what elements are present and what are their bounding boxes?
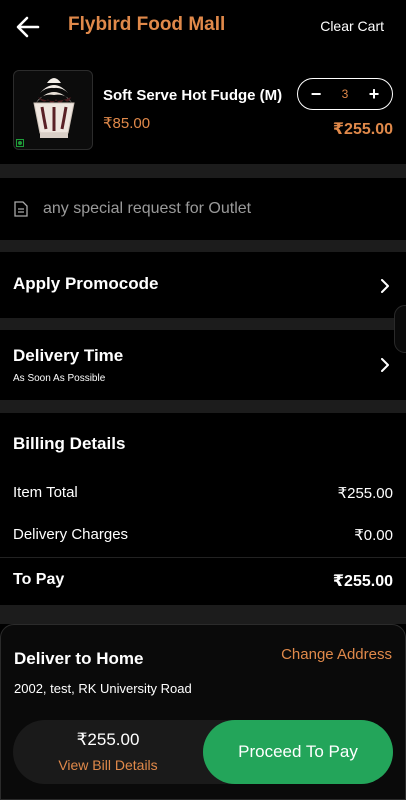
divider xyxy=(0,318,406,330)
apply-promocode-row[interactable]: Apply Promocode xyxy=(0,252,406,318)
delivery-time-value: As Soon As Possible xyxy=(13,373,106,384)
divider xyxy=(0,164,406,178)
header: Flybird Food Mall Clear Cart xyxy=(0,0,406,54)
ice-cream-sundae-icon xyxy=(33,78,75,138)
quantity-stepper: − 3 + xyxy=(297,78,393,110)
delivery-address: 2002, test, RK University Road xyxy=(14,681,192,696)
divider xyxy=(0,605,406,624)
checkout-total: ₹255.00 xyxy=(76,730,140,749)
veg-indicator-icon xyxy=(16,139,24,147)
to-pay-value: ₹255.00 xyxy=(332,573,393,590)
billing-title: Billing Details xyxy=(13,434,126,453)
side-drawer-handle[interactable] xyxy=(394,305,406,353)
divider xyxy=(0,557,406,558)
page-title: Flybird Food Mall xyxy=(68,14,226,35)
delivery-type-title: Deliver to Home xyxy=(14,649,144,668)
product-image xyxy=(13,70,93,150)
divider xyxy=(0,400,406,413)
change-address-link[interactable]: Change Address xyxy=(281,646,392,663)
item-total-value: ₹255.00 xyxy=(337,485,393,502)
item-total-label: Item Total xyxy=(13,484,78,501)
special-request-input[interactable] xyxy=(43,197,393,221)
note-icon xyxy=(14,201,28,217)
chevron-right-icon xyxy=(381,279,389,293)
back-arrow-icon[interactable] xyxy=(14,13,42,41)
cart-item: Soft Serve Hot Fudge (M) ₹85.00 − 3 + ₹2… xyxy=(0,58,406,164)
chevron-right-icon xyxy=(381,358,389,372)
checkout-bar: ₹255.00 View Bill Details Proceed To Pay xyxy=(13,720,393,784)
promocode-label: Apply Promocode xyxy=(13,274,159,293)
view-bill-details-link[interactable]: View Bill Details xyxy=(13,757,203,773)
item-name: Soft Serve Hot Fudge (M) xyxy=(103,87,283,104)
item-unit-price: ₹85.00 xyxy=(103,115,151,132)
delivery-charges-value: ₹0.00 xyxy=(354,527,393,544)
delivery-time-row[interactable]: Delivery Time As Soon As Possible xyxy=(0,330,406,400)
item-line-total: ₹255.00 xyxy=(332,121,393,138)
clear-cart-button[interactable]: Clear Cart xyxy=(320,18,384,34)
divider xyxy=(0,240,406,252)
billing-details: Billing Details Item Total ₹255.00 Deliv… xyxy=(0,413,406,605)
to-pay-label: To Pay xyxy=(13,571,65,588)
delivery-time-label: Delivery Time xyxy=(13,346,124,365)
delivery-charges-label: Delivery Charges xyxy=(13,526,129,543)
special-request-row xyxy=(0,178,406,240)
proceed-to-pay-button[interactable]: Proceed To Pay xyxy=(203,720,393,784)
increase-quantity-button[interactable]: + xyxy=(364,84,384,104)
